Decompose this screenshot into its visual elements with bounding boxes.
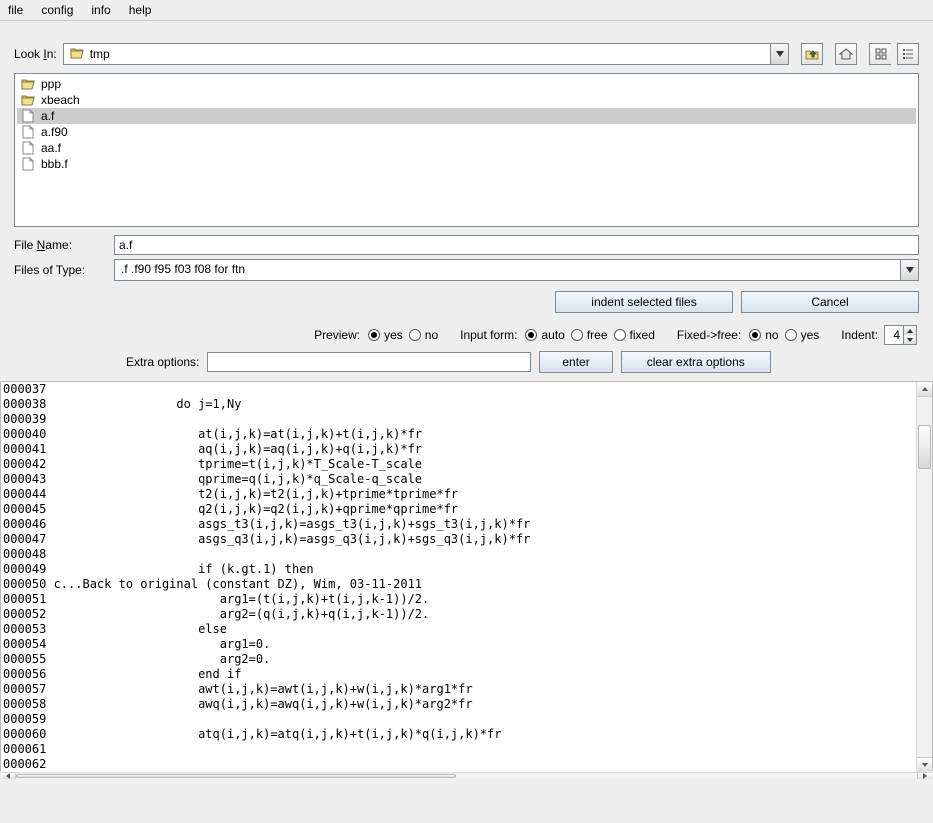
inputform-label: Input form: [460,328,517,342]
file-icon [21,141,35,155]
input-auto-radio[interactable]: auto [525,328,564,342]
menubar: file config info help [0,0,933,21]
file-item-label: bbb.f [41,157,68,171]
vertical-scrollbar[interactable] [916,382,932,772]
extra-options-label: Extra options: [126,355,199,369]
filetype-value: .f .f90 f95 f03 f08 for ftn [115,260,900,280]
file-item-label: aa.f [41,141,61,155]
options-row: Preview: yes no Input form: auto free fi… [14,325,919,345]
folder-open-icon [70,47,84,62]
enter-button[interactable]: enter [539,351,612,373]
preview-yes-radio[interactable]: yes [368,328,403,342]
code-preview[interactable]: 000037 000038 do j=1,Ny 000039 000040 at… [1,382,932,772]
hscroll-track[interactable] [16,773,917,779]
filename-input[interactable] [114,235,919,255]
clear-extra-options-button[interactable]: clear extra options [621,351,771,373]
home-icon [839,48,853,60]
menu-config[interactable]: config [39,2,75,18]
file-item-label: a.f [41,109,54,123]
list-icon [902,48,914,60]
filetype-row: Files of Type: .f .f90 f95 f03 f08 for f… [14,259,919,281]
filename-label: File Name: [14,238,114,252]
menu-help[interactable]: help [127,2,154,18]
cancel-button[interactable]: Cancel [741,291,919,313]
input-free-radio[interactable]: free [571,328,608,342]
preview-label: Preview: [314,328,360,342]
lookin-label: Look In: [14,47,57,61]
preview-no-radio[interactable]: no [409,328,438,342]
grid-icon [875,48,887,60]
scroll-track[interactable] [917,397,932,757]
folder-open-icon [21,77,35,91]
lookin-row: Look In: tmp [14,43,919,65]
file-item[interactable]: a.f90 [17,124,916,140]
file-item[interactable]: aa.f [17,140,916,156]
filetype-dropdown-button[interactable] [900,260,918,280]
inputform-group: Input form: auto free fixed [460,328,655,342]
filename-row: File Name: [14,235,919,255]
filetype-combo[interactable]: .f .f90 f95 f03 f08 for ftn [114,259,919,281]
indent-down-button[interactable] [904,335,916,344]
file-list[interactable]: ppp xbeach a.f a.f90 aa.f bbb.f [14,73,919,227]
list-view-button[interactable] [897,43,919,65]
icons-view-button[interactable] [869,43,891,65]
lookin-combo[interactable]: tmp [63,43,789,65]
file-item[interactable]: a.f [17,108,916,124]
indent-selected-button[interactable]: indent selected files [555,291,733,313]
preview-group: Preview: yes no [314,328,438,342]
fixed2free-label: Fixed->free: [677,328,741,342]
file-icon [21,157,35,171]
up-folder-icon [805,48,819,60]
lookin-dropdown-button[interactable] [770,44,788,64]
extra-options-row: Extra options: enter clear extra options [14,351,919,373]
dialog-actions: indent selected files Cancel [14,291,919,313]
indent-value: 4 [885,326,903,344]
fixed2free-group: Fixed->free: no yes [677,328,819,342]
extra-options-input[interactable] [207,352,531,372]
file-item[interactable]: bbb.f [17,156,916,172]
file-icon [21,109,35,123]
file-item[interactable]: xbeach [17,92,916,108]
code-preview-panel: 000037 000038 do j=1,Ny 000039 000040 at… [0,381,933,771]
file-item-label: ppp [41,77,61,91]
f2f-no-radio[interactable]: no [749,328,778,342]
menu-file[interactable]: file [6,2,25,18]
hscroll-thumb[interactable] [16,774,456,778]
scroll-down-button[interactable] [917,757,932,772]
indent-label: Indent: [841,328,878,342]
f2f-yes-radio[interactable]: yes [785,328,820,342]
scroll-left-button[interactable] [1,773,16,779]
horizontal-scrollbar[interactable] [1,772,932,779]
file-icon [21,125,35,139]
folder-open-icon [21,93,35,107]
file-item[interactable]: ppp [17,76,916,92]
scroll-right-button[interactable] [917,773,932,779]
file-item-label: a.f90 [41,125,68,139]
scroll-thumb[interactable] [918,425,931,469]
lookin-value: tmp [90,47,110,61]
indent-spinner[interactable]: 4 [884,325,917,345]
scroll-up-button[interactable] [917,382,932,397]
filetype-label: Files of Type: [14,263,114,277]
input-fixed-radio[interactable]: fixed [614,328,655,342]
indent-group: Indent: 4 [841,325,917,345]
home-button[interactable] [835,43,857,65]
up-folder-button[interactable] [801,43,823,65]
indent-up-button[interactable] [904,326,916,335]
file-item-label: xbeach [41,93,80,107]
menu-info[interactable]: info [89,2,112,18]
